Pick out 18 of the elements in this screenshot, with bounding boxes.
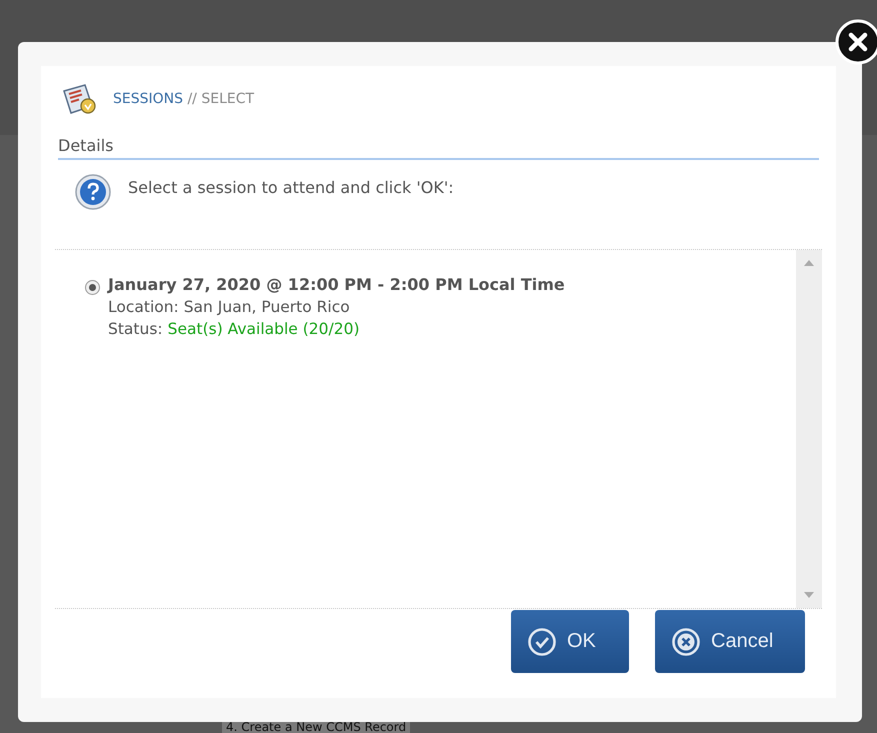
scrollbar[interactable] (796, 250, 822, 608)
cancel-button[interactable]: Cancel (655, 610, 805, 673)
scroll-up-icon[interactable] (804, 260, 814, 266)
check-icon (527, 626, 557, 656)
session-location: Location: San Juan, Puerto Rico (108, 297, 351, 318)
background-text: 4. Create a New CCMS Record (222, 722, 410, 733)
scroll-down-icon[interactable] (804, 592, 814, 598)
instruction-text: Select a session to attend and click 'OK': (128, 178, 454, 197)
status-label: Status: (108, 319, 163, 340)
help-icon (74, 173, 112, 211)
details-heading: Details (58, 136, 819, 160)
status-value: Seat(s) Available (20/20) (168, 319, 360, 340)
radio-button[interactable] (85, 280, 100, 295)
breadcrumb: SESSIONS // SELECT (113, 91, 254, 107)
session-title: January 27, 2020 @ 12:00 PM - 2:00 PM Local Time (108, 274, 565, 296)
close-icon (671, 626, 701, 656)
close-icon[interactable] (835, 19, 877, 65)
ok-button[interactable]: OK (511, 610, 629, 673)
